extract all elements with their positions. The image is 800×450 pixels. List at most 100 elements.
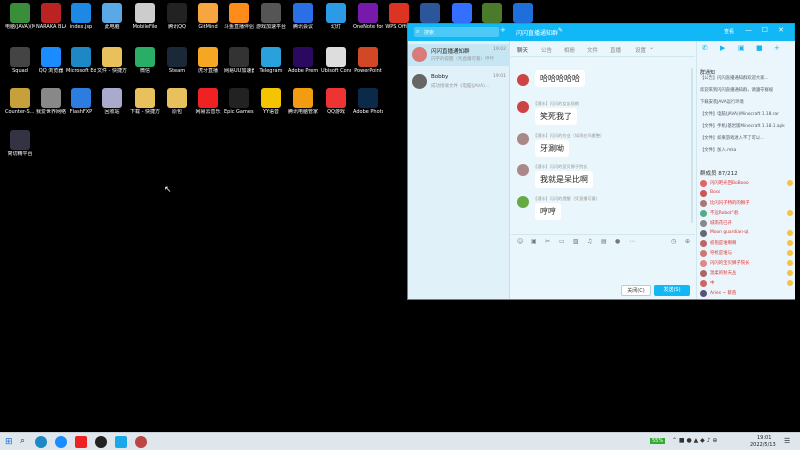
desktop-icon[interactable]: Microsoft Edge: [66, 47, 96, 85]
desktop-icon[interactable]: 游戏加速平台: [256, 3, 286, 41]
send-button[interactable]: 发送(S): [654, 285, 690, 296]
folder-icon[interactable]: ▭: [559, 238, 565, 245]
desktop-icon[interactable]: Squad: [5, 47, 35, 85]
emoji-icon[interactable]: ☺: [517, 238, 523, 245]
desktop-icon[interactable]: Epic Games Launcher: [224, 88, 254, 126]
tab-item[interactable]: 文件: [587, 46, 598, 54]
image-icon[interactable]: ▨: [573, 238, 579, 245]
app-icon[interactable]: ■: [756, 44, 763, 52]
member-item[interactable]: 初抱是谁啊啊: [700, 239, 793, 249]
desktop-icon[interactable]: 简切精平台: [5, 130, 35, 168]
announcement-item[interactable]: 【文件】电脑(JAVA)(Minecraft 1.18.rar: [700, 111, 793, 117]
sender-avatar[interactable]: [517, 196, 529, 208]
scrollbar[interactable]: [691, 68, 693, 223]
music-icon[interactable]: ♫: [587, 238, 592, 245]
desktop-icon[interactable]: 我爱世界网络平台: [36, 88, 66, 126]
obs-taskbar-icon[interactable]: [95, 436, 107, 448]
announcement-item[interactable]: 【文件】如果游戏进入不了可以...: [700, 135, 793, 141]
desktop-icon[interactable]: Ubisoft Connect: [321, 47, 351, 85]
desktop-icon[interactable]: OneNote for Windo...: [353, 3, 383, 41]
member-item[interactable]: Boss: [700, 189, 793, 199]
member-item[interactable]: 闪闪的宝贝狮子院长: [700, 259, 793, 269]
member-item[interactable]: 中: [700, 279, 793, 289]
clock-time[interactable]: 19:01: [757, 435, 771, 441]
minimize-icon[interactable]: —: [745, 26, 752, 34]
phone-icon[interactable]: ✆: [702, 44, 708, 52]
member-item[interactable]: 比闪闪子特的的狮子: [700, 199, 793, 209]
desktop-icon[interactable]: 此电脑: [97, 3, 127, 41]
member-item[interactable]: Aries ~ 蔡茜: [700, 289, 793, 299]
screen-share-icon[interactable]: ▣: [738, 44, 745, 52]
chevron-down-icon[interactable]: ⌄: [649, 44, 654, 51]
clock-date[interactable]: 2022/5/13: [750, 442, 776, 448]
member-item[interactable]: 不远Robot°君.: [700, 209, 793, 219]
conversation-item[interactable]: 闪闪直播通知群 19:02 闪字的提醒（凭直播可看）哼哼: [408, 44, 510, 66]
sender-avatar[interactable]: [517, 101, 529, 113]
history-icon[interactable]: ◷: [671, 238, 676, 245]
desktop-icon[interactable]: NARAKA BLADEPOI...: [36, 3, 66, 41]
desktop-icon[interactable]: PowerPoint: [353, 47, 383, 85]
tab-item[interactable]: 设置: [635, 46, 646, 54]
announcement-item[interactable]: 【文件】加入.mka: [700, 147, 793, 153]
desktop-icon[interactable]: 斗鱼直播伴侣: [224, 3, 254, 41]
close-chat-button[interactable]: 关闭(C): [621, 285, 651, 296]
desktop-icon[interactable]: 腾讯会议: [288, 3, 318, 41]
member-item[interactable]: 闪闪吧光回BoBooo: [700, 179, 793, 189]
desktop-icon[interactable]: Adobe Photosh...: [353, 88, 383, 126]
desktop-icon[interactable]: YY语音: [256, 88, 286, 126]
desktop-icon[interactable]: QQ 浏览器: [36, 47, 66, 85]
member-item[interactable]: Moon guardian·ql.: [700, 229, 793, 239]
add-icon[interactable]: +: [500, 26, 506, 34]
announcement-item[interactable]: 【文件】手机(基岩版Minecraft 1.18.1.apk: [700, 123, 793, 129]
desktop-icon[interactable]: 下载 - 快捷方式: [130, 88, 160, 126]
desktop-icon[interactable]: 虎牙直播: [193, 47, 223, 85]
app-taskbar-icon[interactable]: [135, 436, 147, 448]
desktop-icon[interactable]: 腾讯QQ: [162, 3, 192, 41]
edit-title-icon[interactable]: ✎: [558, 27, 563, 34]
qq-taskbar-icon[interactable]: [115, 436, 127, 448]
more-options-icon[interactable]: ⊕: [685, 238, 690, 245]
search-box[interactable]: ⌕ 搜索: [414, 27, 499, 37]
video-icon[interactable]: ▶: [720, 44, 725, 52]
desktop-icon[interactable]: Telegram: [256, 47, 286, 85]
member-item[interactable]: 温柔的秋天丛: [700, 269, 793, 279]
maximize-icon[interactable]: ☐: [762, 26, 768, 34]
member-item[interactable]: 夺抢是谁与: [700, 249, 793, 259]
add-member-icon[interactable]: +: [774, 44, 780, 52]
netease-music-taskbar-icon[interactable]: [75, 436, 87, 448]
announcement-item[interactable]: 【公告】闪闪直播通知群欢迎大家...: [700, 75, 793, 81]
search-taskbar-icon[interactable]: ⌕: [20, 436, 25, 446]
desktop-icon[interactable]: GitMind: [193, 3, 223, 41]
desktop-icon[interactable]: 腾讯电脑管家: [288, 88, 318, 126]
desktop-icon[interactable]: 微信: [130, 47, 160, 85]
desktop-icon[interactable]: Steam: [162, 47, 192, 85]
desktop-icon[interactable]: 网易云音乐: [193, 88, 223, 126]
member-item[interactable]: 城南花已开: [700, 219, 793, 229]
announcement-item[interactable]: 下载安装JAVA运行环境: [700, 99, 793, 105]
edge-taskbar-icon[interactable]: [35, 436, 47, 448]
desktop-icon[interactable]: MobileFile: [130, 3, 160, 41]
tab-item[interactable]: 相册: [564, 46, 575, 54]
desktop-icon[interactable]: Adobe Premie...: [288, 47, 318, 85]
desktop-icon[interactable]: 回收站: [97, 88, 127, 126]
desktop-icon[interactable]: Counter-S... Global Off...: [5, 88, 35, 126]
tab-item[interactable]: 聊天: [517, 46, 528, 54]
tab-item[interactable]: 公告: [541, 46, 552, 54]
conversation-item[interactable]: Bobby 19:01 成功接收文件《电脑(JAVA)...: [408, 71, 510, 93]
qq-browser-taskbar-icon[interactable]: [55, 436, 67, 448]
desktop-icon[interactable]: index.jsp: [66, 3, 96, 41]
desktop-icon[interactable]: QQ游戏: [321, 88, 351, 126]
desktop-icon[interactable]: 电脑(JAVA)(Min...: [5, 3, 35, 41]
tab-item[interactable]: 直播: [610, 46, 621, 54]
desktop-icon[interactable]: FlashFXP: [66, 88, 96, 126]
more-icon[interactable]: ⋯: [629, 238, 635, 245]
tray-icons[interactable]: ⌃ ■ ● ▲ ◆ ♪ ⊕: [672, 437, 717, 444]
sender-avatar[interactable]: [517, 74, 529, 86]
close-icon[interactable]: ✕: [778, 26, 784, 34]
scissors-icon[interactable]: ✂: [545, 238, 550, 245]
desktop-icon[interactable]: 网易UU加速器: [224, 47, 254, 85]
start-windows-icon[interactable]: ⊞: [5, 437, 13, 447]
announcement-item[interactable]: 欢迎来到闪闪直播通知群，请遵守群规: [700, 87, 793, 93]
sender-avatar[interactable]: [517, 133, 529, 145]
desktop-icon[interactable]: 幻灯: [321, 3, 351, 41]
